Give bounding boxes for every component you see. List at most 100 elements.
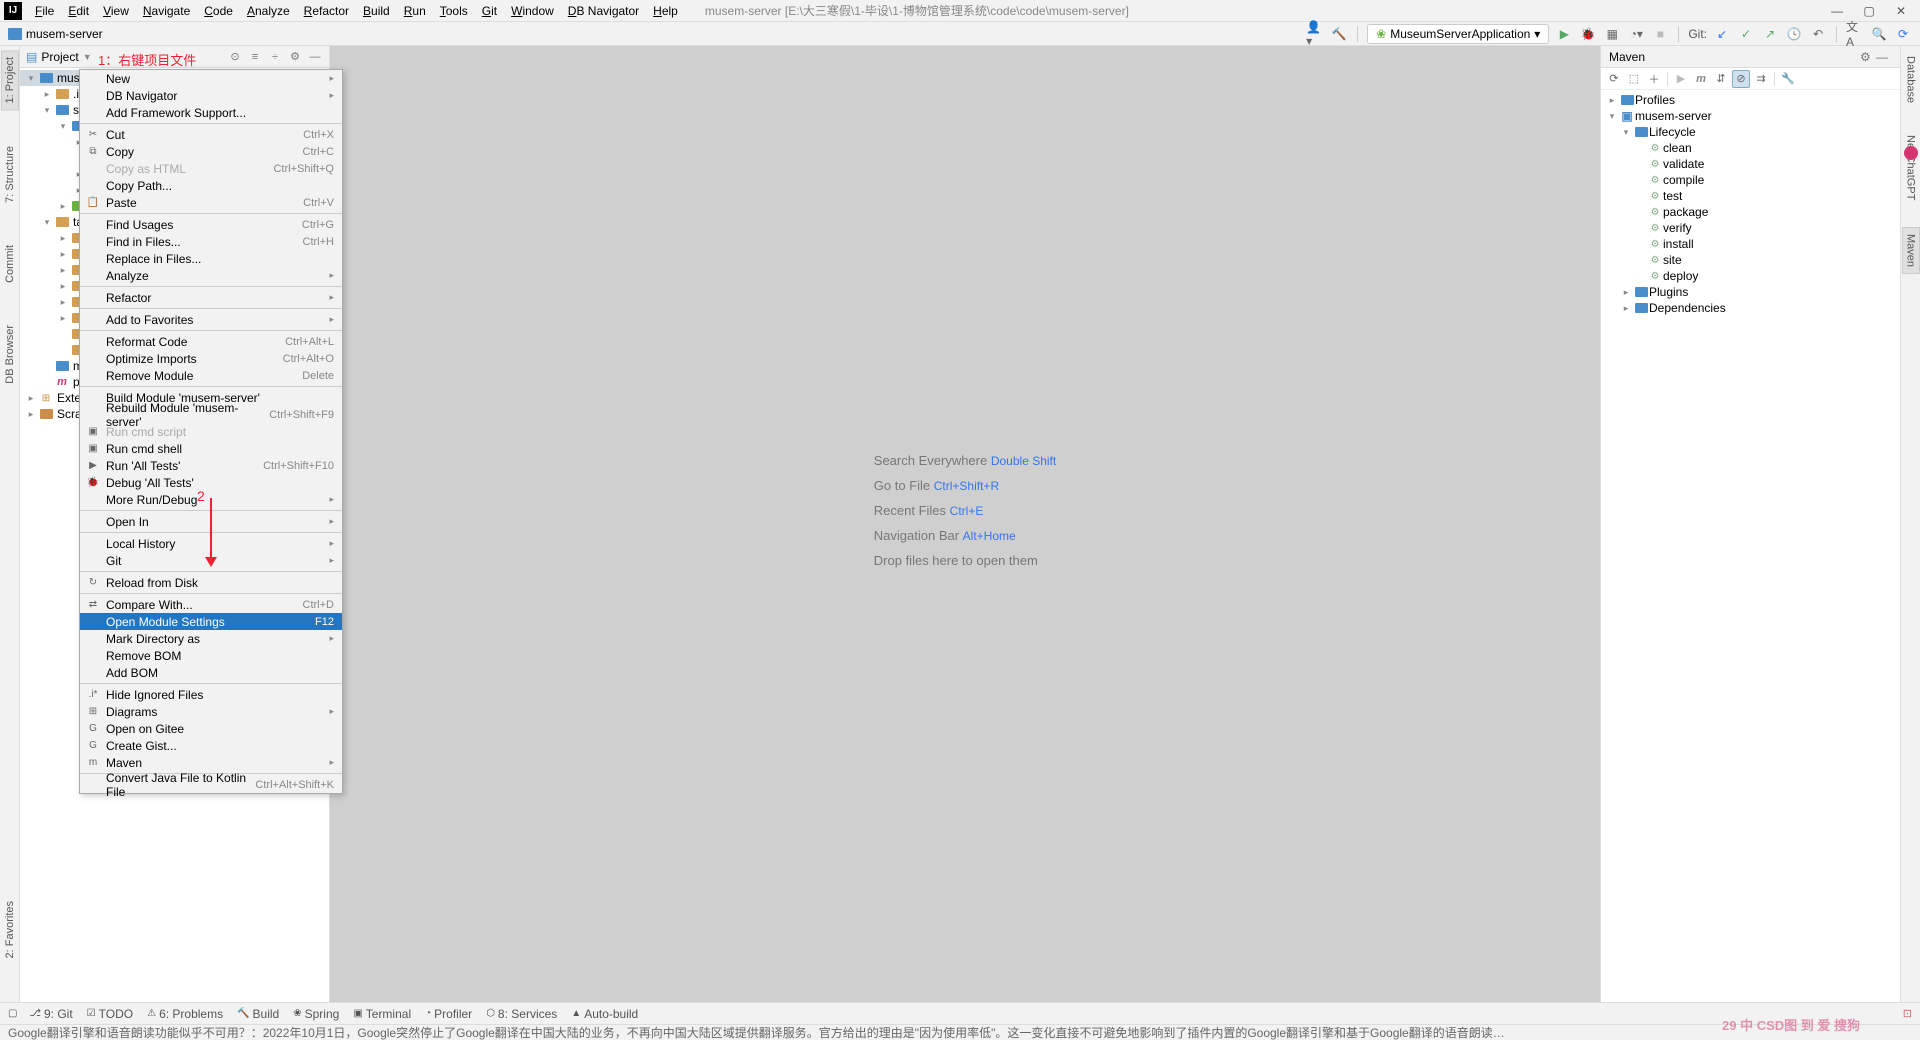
menu-analyze[interactable]: Analyze — [240, 4, 297, 18]
ctx-maven[interactable]: mMaven▸ — [80, 754, 342, 771]
tab-maven[interactable]: Maven — [1902, 227, 1920, 274]
maven-item[interactable]: ⚙clean — [1601, 140, 1900, 156]
translate-button[interactable]: 文A — [1846, 25, 1864, 43]
maven-item[interactable]: ▸Plugins — [1601, 284, 1900, 300]
ctx-analyze[interactable]: Analyze▸ — [80, 267, 342, 284]
ctx-optimize-imports[interactable]: Optimize ImportsCtrl+Alt+O — [80, 350, 342, 367]
menu-tools[interactable]: Tools — [433, 4, 475, 18]
ctx-copy-path-[interactable]: Copy Path... — [80, 177, 342, 194]
minimize-button[interactable]: — — [1830, 4, 1844, 18]
maven-item[interactable]: ⚙site — [1601, 252, 1900, 268]
maven-show-deps-button[interactable]: ⇉ — [1752, 70, 1770, 88]
hide-button[interactable]: — — [307, 49, 323, 65]
menu-file[interactable]: File — [28, 4, 61, 18]
ctx-open-in[interactable]: Open In▸ — [80, 513, 342, 530]
ctx-rebuild-module-musem-server-[interactable]: Rebuild Module 'musem-server'Ctrl+Shift+… — [80, 406, 342, 423]
ctx-add-framework-support-[interactable]: Add Framework Support... — [80, 104, 342, 121]
settings-button[interactable]: ⚙ — [287, 49, 303, 65]
ctx-run-cmd-shell[interactable]: ▣Run cmd shell — [80, 440, 342, 457]
bottom-tab-6-problems[interactable]: ⚠6: Problems — [147, 1007, 223, 1021]
user-button[interactable]: 👤▾ — [1306, 25, 1324, 43]
ctx-find-usages[interactable]: Find UsagesCtrl+G — [80, 216, 342, 233]
menu-run[interactable]: Run — [397, 4, 433, 18]
ctx-create-gist-[interactable]: GCreate Gist... — [80, 737, 342, 754]
tool-window-button[interactable]: ▢ — [8, 1008, 17, 1019]
tab-commit[interactable]: Commit — [2, 239, 18, 289]
menu-build[interactable]: Build — [356, 4, 397, 18]
tab-nexchat[interactable]: NexChatGPT — [1903, 129, 1919, 206]
bottom-tab-terminal[interactable]: ▣Terminal — [353, 1007, 411, 1021]
bottom-tab-build[interactable]: 🔨Build — [237, 1007, 279, 1021]
ctx-refactor[interactable]: Refactor▸ — [80, 289, 342, 306]
maven-run-button[interactable]: ▶ — [1672, 70, 1690, 88]
sync-button[interactable]: ⟳ — [1894, 25, 1912, 43]
maven-item[interactable]: ▸Profiles — [1601, 92, 1900, 108]
ctx-diagrams[interactable]: ⊞Diagrams▸ — [80, 703, 342, 720]
ctx-reformat-code[interactable]: Reformat CodeCtrl+Alt+L — [80, 333, 342, 350]
tab-project[interactable]: 1: Project — [1, 50, 19, 110]
close-button[interactable]: ✕ — [1894, 4, 1908, 18]
maven-item[interactable]: ⚙compile — [1601, 172, 1900, 188]
maven-wrench-button[interactable]: 🔧 — [1779, 70, 1797, 88]
maven-item[interactable]: ⚙verify — [1601, 220, 1900, 236]
debug-button[interactable]: 🐞 — [1579, 25, 1597, 43]
maven-hide-button[interactable]: — — [1876, 50, 1892, 64]
ctx-paste[interactable]: 📋PasteCtrl+V — [80, 194, 342, 211]
ctx-copy[interactable]: ⧉CopyCtrl+C — [80, 143, 342, 160]
ctx-find-in-files-[interactable]: Find in Files...Ctrl+H — [80, 233, 342, 250]
editor-area[interactable]: Search Everywhere Double ShiftGo to File… — [330, 46, 1600, 1002]
dropdown-icon[interactable]: ▼ — [83, 52, 92, 62]
profile-button[interactable]: ◔▾ — [1627, 25, 1645, 43]
maven-add-button[interactable]: ＋ — [1645, 70, 1663, 88]
git-commit-button[interactable]: ✓ — [1737, 25, 1755, 43]
ctx-add-to-favorites[interactable]: Add to Favorites▸ — [80, 311, 342, 328]
collapse-all-button[interactable]: ÷ — [267, 49, 283, 65]
ctx-compare-with-[interactable]: ⇄Compare With...Ctrl+D — [80, 596, 342, 613]
maximize-button[interactable]: ▢ — [1862, 4, 1876, 18]
maven-item[interactable]: ⚙deploy — [1601, 268, 1900, 284]
ctx-open-module-settings[interactable]: Open Module SettingsF12 — [80, 613, 342, 630]
ctx-debug-all-tests-[interactable]: 🐞Debug 'All Tests' — [80, 474, 342, 491]
expand-all-button[interactable]: ≡ — [247, 49, 263, 65]
ctx-cut[interactable]: ✂CutCtrl+X — [80, 126, 342, 143]
maven-item[interactable]: ⚙test — [1601, 188, 1900, 204]
run-config-select[interactable]: ❀ MuseumServerApplication ▾ — [1367, 24, 1549, 44]
select-opened-button[interactable]: ⊙ — [227, 49, 243, 65]
git-history-button[interactable]: 🕓 — [1785, 25, 1803, 43]
ctx-convert-java-file-to-kotlin-file[interactable]: Convert Java File to Kotlin FileCtrl+Alt… — [80, 776, 342, 793]
menu-git[interactable]: Git — [475, 4, 504, 18]
maven-item[interactable]: ▾▣musem-server — [1601, 108, 1900, 124]
ctx-db-navigator[interactable]: DB Navigator▸ — [80, 87, 342, 104]
maven-settings-button[interactable]: ⚙ — [1860, 50, 1876, 64]
ctx-git[interactable]: Git▸ — [80, 552, 342, 569]
ctx-replace-in-files-[interactable]: Replace in Files... — [80, 250, 342, 267]
git-update-button[interactable]: ↙ — [1713, 25, 1731, 43]
bottom-tab-9-git[interactable]: ⎇9: Git — [29, 1007, 72, 1021]
maven-item[interactable]: ⚙validate — [1601, 156, 1900, 172]
run-button[interactable]: ▶ — [1555, 25, 1573, 43]
ctx-more-run-debug[interactable]: More Run/Debug▸ — [80, 491, 342, 508]
stop-button[interactable]: ■ — [1651, 25, 1669, 43]
git-push-button[interactable]: ↗ — [1761, 25, 1779, 43]
ctx-hide-ignored-files[interactable]: .i*Hide Ignored Files — [80, 686, 342, 703]
maven-reload-button[interactable]: ⟳ — [1605, 70, 1623, 88]
tab-favorites[interactable]: 2: Favorites — [2, 895, 18, 964]
menu-help[interactable]: Help — [646, 4, 685, 18]
ctx-add-bom[interactable]: Add BOM — [80, 664, 342, 681]
ctx-local-history[interactable]: Local History▸ — [80, 535, 342, 552]
bottom-tab-profiler[interactable]: ◔Profiler — [425, 1007, 472, 1021]
maven-item[interactable]: ▾Lifecycle — [1601, 124, 1900, 140]
ctx-new[interactable]: New▸ — [80, 70, 342, 87]
hammer-button[interactable]: 🔨 — [1330, 25, 1348, 43]
ctx-run-all-tests-[interactable]: ▶Run 'All Tests'Ctrl+Shift+F10 — [80, 457, 342, 474]
menu-code[interactable]: Code — [197, 4, 240, 18]
maven-exec-button[interactable]: m — [1692, 70, 1710, 88]
ctx-reload-from-disk[interactable]: ↻Reload from Disk — [80, 574, 342, 591]
menu-refactor[interactable]: Refactor — [297, 4, 356, 18]
coverage-button[interactable]: ▦ — [1603, 25, 1621, 43]
ctx-open-on-gitee[interactable]: GOpen on Gitee — [80, 720, 342, 737]
maven-item[interactable]: ⚙install — [1601, 236, 1900, 252]
maven-skip-tests-button[interactable]: ⊘ — [1732, 70, 1750, 88]
tab-event-log[interactable]: ⊡ — [1903, 1007, 1912, 1020]
ctx-remove-module[interactable]: Remove ModuleDelete — [80, 367, 342, 384]
